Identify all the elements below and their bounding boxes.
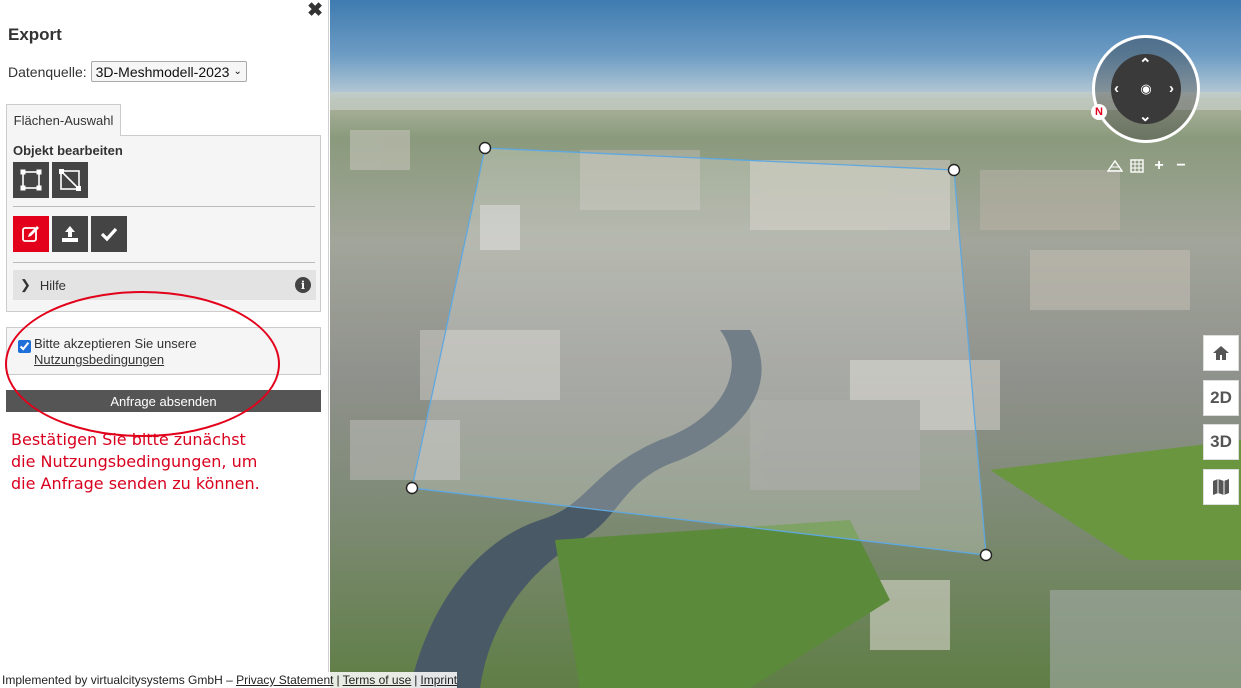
warning-message: Bestätigen Sie bitte zunächst die Nutzun… [11, 430, 260, 493]
box-select-button[interactable] [52, 162, 88, 198]
terms-text: Bitte akzeptieren Sie unsere Nutzungsbed… [34, 336, 197, 368]
navigation-compass[interactable]: ⌃ ⌄ ‹ › ◉ N [1091, 35, 1200, 143]
building-icon[interactable] [1106, 157, 1124, 175]
zoom-out-icon[interactable]: − [1172, 157, 1190, 175]
eye-icon[interactable]: ◉ [1138, 81, 1154, 97]
chevron-right-icon: ❯ [20, 277, 31, 292]
close-icon[interactable]: ✖ [307, 1, 323, 21]
polygon-vertex[interactable] [979, 548, 993, 562]
view-3d-button[interactable]: 3D [1203, 424, 1239, 460]
building-icon-svg [1107, 159, 1123, 172]
source-label: Datenquelle: [8, 63, 87, 80]
upload-button[interactable] [52, 216, 88, 252]
home-icon [1213, 346, 1229, 360]
footer-credit: Implemented by virtualcitysystems GmbH – [2, 673, 233, 687]
polygon-select-button[interactable] [13, 162, 49, 198]
footer: Implemented by virtualcitysystems GmbH –… [0, 672, 458, 688]
help-toggle[interactable]: ❯ Hilfe i [13, 270, 316, 300]
imprint-link[interactable]: Imprint [420, 673, 457, 687]
source-select[interactable]: 3D-Meshmodell-2023 ⌄ [90, 61, 247, 82]
map-view-button[interactable] [1203, 469, 1239, 505]
terms-checkbox[interactable] [18, 340, 31, 353]
help-label: Hilfe [39, 277, 66, 293]
terms-prefix: Bitte akzeptieren Sie unsere [34, 336, 197, 351]
terms-of-use-link[interactable]: Terms of use [343, 673, 412, 687]
info-icon[interactable]: i [295, 277, 311, 293]
chevron-down-icon: ⌄ [233, 66, 242, 77]
source-select-value: 3D-Meshmodell-2023 [95, 63, 230, 80]
source-row: Datenquelle: 3D-Meshmodell-2023 ⌄ [8, 61, 247, 82]
map-3d-view[interactable]: ⌃ ⌄ ‹ › ◉ N + − 2D 3D [330, 0, 1241, 688]
polygon-vertex[interactable] [405, 481, 419, 495]
terms-box: Bitte akzeptieren Sie unsere Nutzungsbed… [6, 327, 321, 375]
edit-object-title: Objekt bearbeiten [13, 143, 123, 158]
grid-icon-svg [1130, 159, 1144, 173]
rotate-left-icon[interactable]: ‹ [1114, 81, 1119, 96]
grid-icon[interactable] [1128, 157, 1146, 175]
rotate-right-icon[interactable]: › [1169, 81, 1174, 96]
compass-inner[interactable]: ⌃ ⌄ ‹ › ◉ [1111, 54, 1181, 124]
view-2d-button[interactable]: 2D [1203, 380, 1239, 416]
tilt-down-icon[interactable]: ⌄ [1139, 109, 1152, 124]
north-indicator: N [1091, 104, 1107, 120]
box-select-icon [59, 169, 81, 191]
divider [13, 262, 315, 263]
home-button[interactable] [1203, 335, 1239, 371]
tab-content: Objekt bearbeiten ❯ Hilfe i [6, 135, 321, 312]
polygon-select-icon [20, 169, 42, 191]
selection-polygon [411, 147, 987, 556]
export-panel: ✖ Export Datenquelle: 3D-Meshmodell-2023… [0, 0, 329, 688]
park-west [555, 520, 890, 688]
edit-icon [22, 226, 39, 242]
divider [13, 206, 315, 207]
zoom-controls: + − [1106, 157, 1190, 175]
map-icon [1213, 479, 1229, 495]
check-icon [100, 227, 118, 242]
panel-title: Export [8, 25, 62, 44]
polygon-vertex[interactable] [947, 163, 961, 177]
terms-link[interactable]: Nutzungsbedingungen [34, 352, 164, 367]
privacy-link[interactable]: Privacy Statement [236, 673, 333, 687]
polygon-vertex[interactable] [478, 141, 492, 155]
confirm-button[interactable] [91, 216, 127, 252]
tab-flaechen-auswahl[interactable]: Flächen-Auswahl [6, 104, 121, 136]
submit-request-button[interactable]: Anfrage absenden [6, 390, 321, 412]
draw-button[interactable] [13, 216, 49, 252]
footer-separator: | [414, 673, 418, 687]
zoom-in-icon[interactable]: + [1150, 157, 1168, 175]
tilt-up-icon[interactable]: ⌃ [1139, 57, 1152, 72]
upload-icon [62, 226, 78, 242]
footer-separator: | [336, 673, 340, 687]
